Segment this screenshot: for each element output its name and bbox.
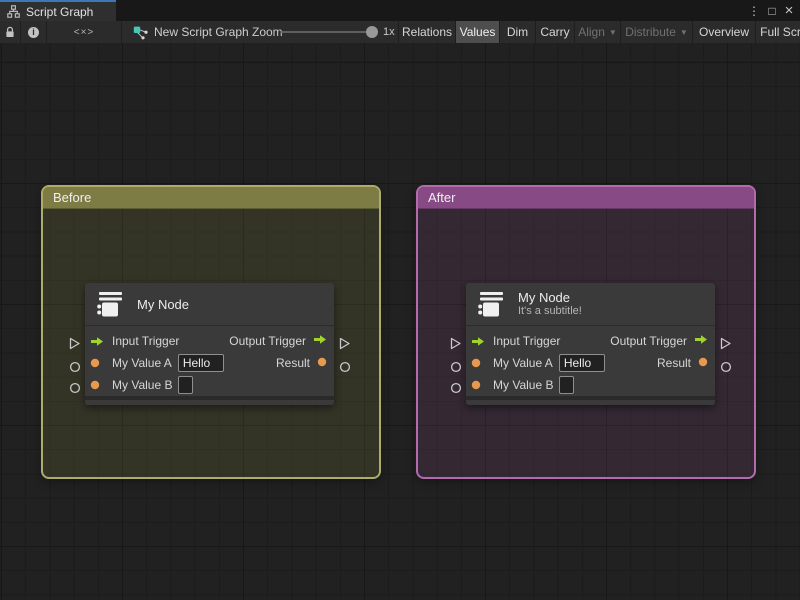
control-input-port[interactable]	[68, 337, 81, 350]
node-my-node-before[interactable]: My Node Input Trigger Output Trigger My …	[69, 283, 350, 405]
info-icon: i	[28, 26, 39, 38]
chevron-down-icon: ▼	[679, 28, 688, 37]
group-after-header[interactable]: After	[418, 187, 754, 209]
distribute-dropdown[interactable]: Distribute ▼	[620, 21, 692, 43]
node-footer	[85, 396, 334, 405]
result-label: Result	[656, 356, 691, 370]
value-a-input[interactable]	[558, 354, 605, 372]
full-screen-button[interactable]: Full Screen	[755, 21, 800, 43]
node-title: My Node	[518, 290, 571, 305]
control-output-port[interactable]	[338, 337, 351, 350]
dim-button[interactable]: Dim	[499, 21, 535, 43]
unit-node-icon	[97, 291, 122, 316]
output-trigger-label: Output Trigger	[610, 334, 687, 348]
node-body: Input Trigger Output Trigger My Value A …	[85, 326, 334, 396]
script-graph-window: Script Graph ⋮ □ × i <×> New Script Grap…	[0, 0, 800, 600]
carry-button[interactable]: Carry	[535, 21, 574, 43]
zoom-value: 1x	[383, 26, 395, 38]
tab-title: Script Graph	[26, 4, 94, 19]
value-a-label: My Value A	[493, 356, 553, 370]
zoom-slider-handle[interactable]	[366, 26, 378, 38]
overview-button[interactable]: Overview	[692, 21, 755, 43]
graph-name-button[interactable]: New Script Graph	[133, 21, 249, 43]
value-a-input[interactable]	[177, 354, 224, 372]
window-menu-icon[interactable]: ⋮	[746, 0, 762, 21]
align-dropdown[interactable]: Align ▼	[574, 21, 620, 43]
input-trigger-arrow-icon[interactable]	[90, 336, 106, 347]
unit-node-icon	[478, 291, 503, 316]
node-header[interactable]: My Node It's a subtitle!	[466, 283, 715, 326]
script-graph-asset-icon	[133, 26, 148, 39]
value-b-input[interactable]	[559, 376, 575, 394]
graph-canvas[interactable]: Before After My Node Input Trigger Outpu…	[0, 43, 800, 600]
port-row-value-b: My Value B	[466, 374, 715, 396]
tab-bar: Script Graph ⋮ □ ×	[0, 0, 800, 21]
port-row-triggers: Input Trigger Output Trigger	[85, 330, 334, 352]
zoom-slider-track[interactable]	[281, 31, 368, 33]
port-row-triggers: Input Trigger Output Trigger	[466, 330, 715, 352]
graph-name-label: New Script Graph	[154, 25, 249, 39]
graph-hierarchy-icon	[7, 5, 20, 18]
result-dot-icon[interactable]	[698, 354, 708, 372]
output-trigger-arrow-icon[interactable]	[313, 332, 327, 350]
code-preview-button[interactable]: <×>	[47, 21, 122, 43]
value-a-label: My Value A	[112, 356, 172, 370]
node-header[interactable]: My Node	[85, 283, 334, 326]
node-my-node-after[interactable]: My Node It's a subtitle! Input Trigger O…	[450, 283, 731, 405]
window-maximize-icon[interactable]: □	[764, 0, 780, 21]
value-input-port[interactable]	[449, 381, 462, 394]
input-trigger-arrow-icon[interactable]	[471, 336, 487, 347]
value-input-port[interactable]	[68, 360, 81, 373]
lock-icon	[6, 26, 14, 37]
port-row-value-a: My Value A Result	[85, 352, 334, 374]
toolbar-button-group: Relations Values Dim Carry Align ▼ Distri…	[398, 21, 800, 43]
port-row-value-b: My Value B	[85, 374, 334, 396]
output-trigger-label: Output Trigger	[229, 334, 306, 348]
value-output-port[interactable]	[719, 360, 732, 373]
values-button[interactable]: Values	[455, 21, 499, 43]
value-input-port[interactable]	[449, 360, 462, 373]
output-trigger-arrow-icon[interactable]	[694, 332, 708, 350]
value-b-label: My Value B	[493, 378, 554, 392]
node-footer	[466, 396, 715, 405]
control-output-port[interactable]	[719, 337, 732, 350]
lock-button[interactable]	[0, 21, 21, 43]
value-b-dot-icon[interactable]	[90, 380, 106, 390]
info-button[interactable]: i	[21, 21, 47, 43]
result-label: Result	[275, 356, 310, 370]
value-output-port[interactable]	[338, 360, 351, 373]
value-b-input[interactable]	[178, 376, 194, 394]
relations-button[interactable]: Relations	[398, 21, 455, 43]
graph-toolbar: i <×> New Script Graph Zoom 1x Relations…	[0, 21, 800, 43]
result-dot-icon[interactable]	[317, 354, 327, 372]
group-before-header[interactable]: Before	[43, 187, 379, 209]
zoom-label: Zoom	[252, 25, 283, 39]
value-a-dot-icon[interactable]	[471, 358, 487, 368]
node-body: Input Trigger Output Trigger My Value A …	[466, 326, 715, 396]
input-trigger-label: Input Trigger	[112, 334, 180, 348]
value-a-dot-icon[interactable]	[90, 358, 106, 368]
code-icon: <×>	[73, 26, 95, 38]
node-subtitle: It's a subtitle!	[518, 305, 582, 317]
value-b-label: My Value B	[112, 378, 173, 392]
control-input-port[interactable]	[449, 337, 462, 350]
chevron-down-icon: ▼	[608, 28, 617, 37]
window-close-icon[interactable]: ×	[781, 0, 797, 21]
node-title: My Node	[137, 296, 190, 312]
input-trigger-label: Input Trigger	[493, 334, 561, 348]
value-input-port[interactable]	[68, 381, 81, 394]
tab-script-graph[interactable]: Script Graph	[0, 0, 116, 21]
value-b-dot-icon[interactable]	[471, 380, 487, 390]
port-row-value-a: My Value A Result	[466, 352, 715, 374]
